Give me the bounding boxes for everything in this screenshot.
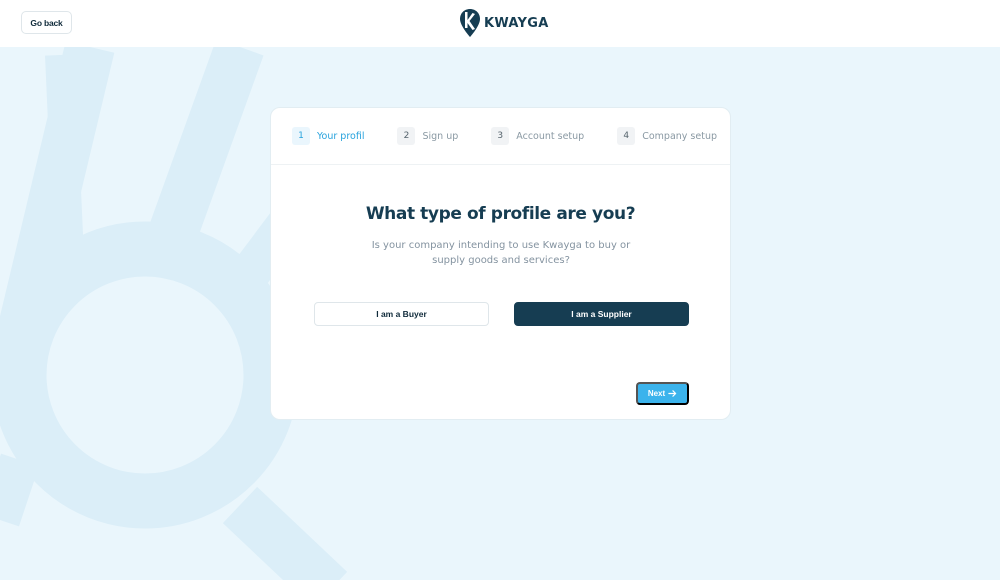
step-number: 4 <box>617 127 636 145</box>
step-your-profil: 1 Your profil <box>292 127 364 145</box>
step-label: Account setup <box>516 130 585 142</box>
buyer-option-button[interactable]: I am a Buyer <box>314 302 489 326</box>
logo-text: KWAYGA <box>484 15 549 31</box>
step-number: 3 <box>491 127 510 145</box>
map-pin-k-logo-icon <box>460 9 480 37</box>
step-number: 1 <box>292 127 310 145</box>
step-label: Sign up <box>422 130 459 142</box>
page-subtitle: Is your company intending to use Kwayga … <box>371 240 631 266</box>
top-header: Go back KWAYGA <box>0 0 1000 47</box>
supplier-option-button[interactable]: I am a Supplier <box>514 302 689 326</box>
page-title: What type of profile are you? <box>365 204 636 224</box>
step-number: 2 <box>397 127 416 145</box>
steps-progress: 1 Your profil 2 Sign up 3 Account setup … <box>271 108 730 165</box>
kwayga-logo: KWAYGA <box>459 8 549 38</box>
step-company-setup: 4 Company setup <box>617 127 717 145</box>
step-label: Company setup <box>642 130 718 142</box>
step-account-setup: 3 Account setup <box>491 127 584 145</box>
next-label: Next <box>647 389 666 398</box>
step-sign-up: 2 Sign up <box>397 127 458 145</box>
step-label: Your profil <box>317 130 365 142</box>
go-back-button[interactable]: Go back <box>21 11 72 34</box>
profile-type-card: 1 Your profil 2 Sign up 3 Account setup … <box>270 107 731 420</box>
next-button[interactable]: Next <box>636 382 689 405</box>
arrow-right-icon <box>668 390 677 397</box>
